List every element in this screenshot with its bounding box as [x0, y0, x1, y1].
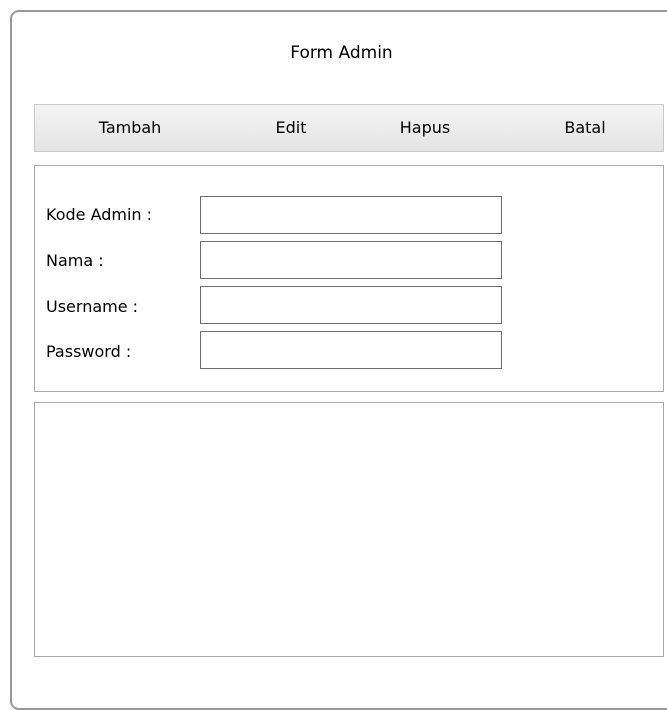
cancel-button[interactable]: Batal — [545, 105, 625, 151]
delete-button[interactable]: Hapus — [375, 105, 475, 151]
password-label: Password : — [46, 342, 132, 361]
form-title: Form Admin — [290, 43, 393, 63]
add-button[interactable]: Tambah — [75, 105, 185, 151]
edit-button[interactable]: Edit — [251, 105, 331, 151]
name-label: Nama : — [46, 251, 104, 270]
username-input[interactable] — [200, 286, 502, 324]
username-label: Username : — [46, 297, 139, 316]
action-toolbar: Tambah Edit Hapus Batal — [34, 104, 664, 152]
name-input[interactable] — [200, 241, 502, 279]
admin-code-input[interactable] — [200, 196, 502, 234]
admin-code-label: Kode Admin : — [46, 205, 153, 224]
password-input[interactable] — [200, 331, 502, 369]
data-list-panel[interactable] — [34, 402, 664, 657]
